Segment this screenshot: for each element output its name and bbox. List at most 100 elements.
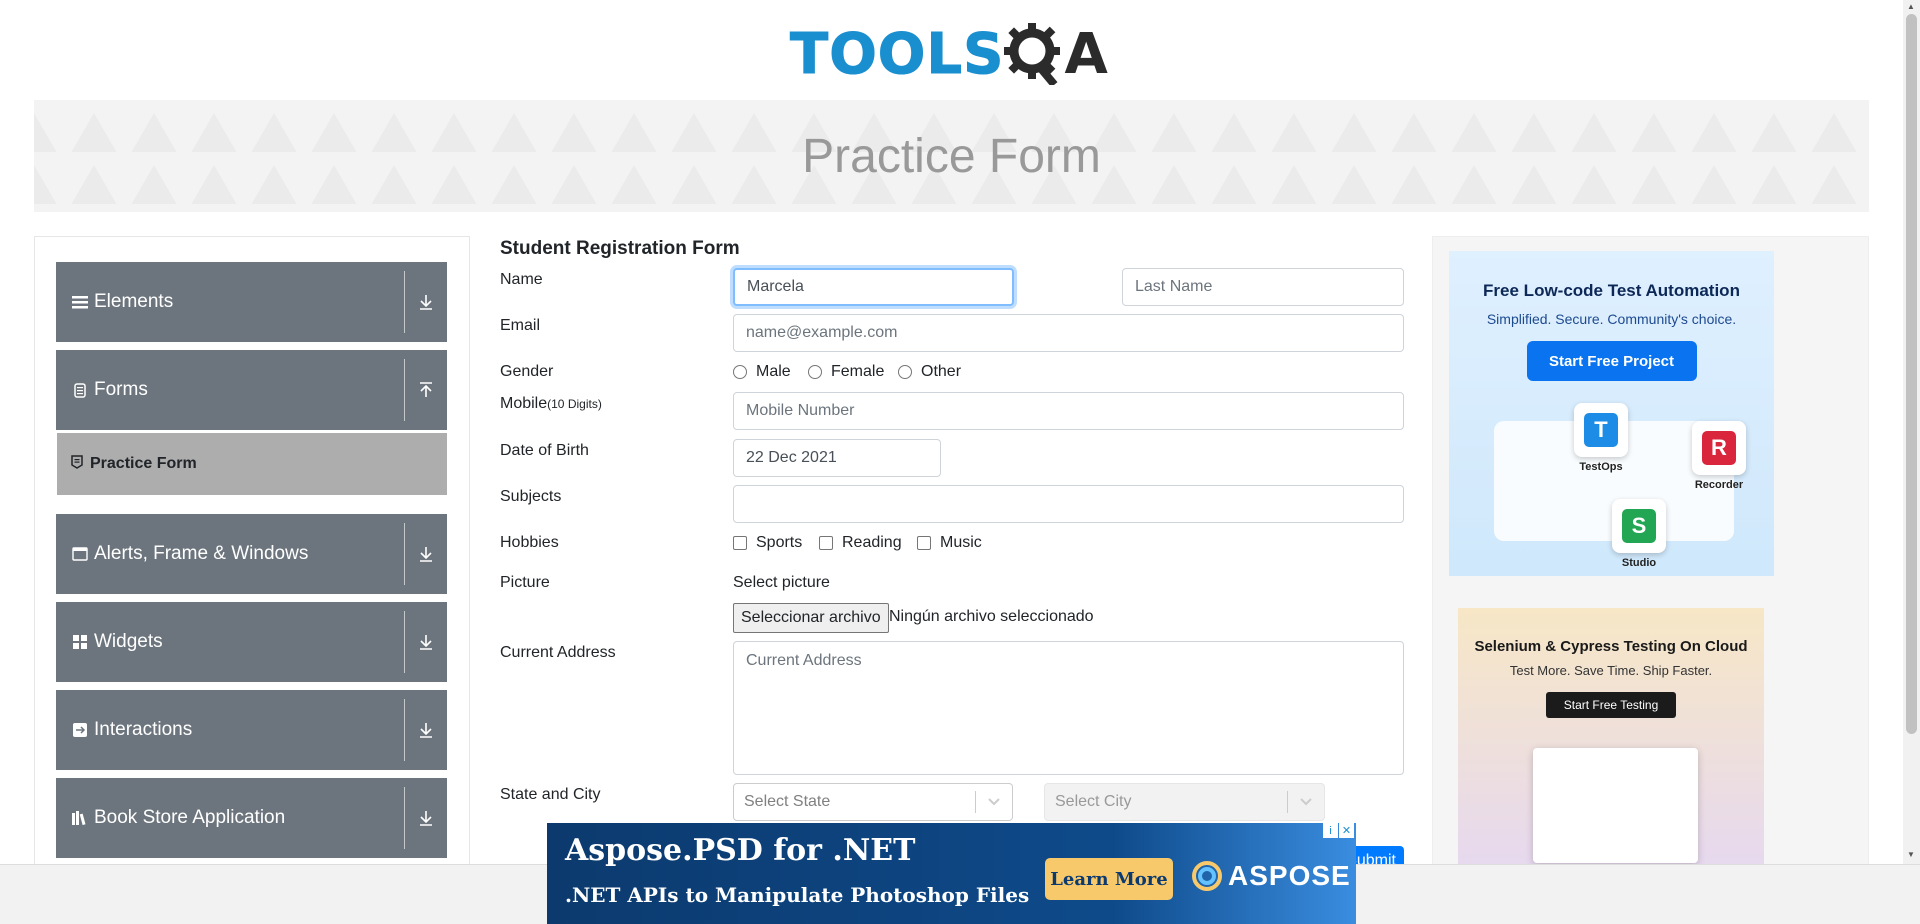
radio-button[interactable] [808, 365, 822, 379]
divider [404, 523, 405, 585]
ad-subline: Test More. Save Time. Ship Faster. [1509, 663, 1713, 678]
tile-caption: Recorder [1694, 479, 1744, 491]
subjects-input[interactable] [733, 485, 1404, 523]
email-input[interactable]: name@example.com [733, 314, 1404, 352]
header-banner: Practice Form [34, 100, 1869, 212]
download-arrow-icon[interactable] [405, 810, 447, 826]
mobile-input[interactable]: Mobile Number [733, 392, 1404, 430]
email-label: Email [500, 317, 541, 334]
sidebar-group-forms[interactable]: Forms [56, 350, 447, 430]
mobile-hint: (10 Digits) [547, 397, 602, 411]
download-arrow-icon[interactable] [405, 634, 447, 650]
download-arrow-icon[interactable] [405, 546, 447, 562]
city-select-value: Select City [1055, 793, 1132, 810]
window-icon [72, 546, 88, 562]
page-title: Practice Form [802, 129, 1101, 183]
picture-label: Picture [500, 574, 550, 591]
logo-gear: A [1004, 22, 1108, 87]
city-select[interactable]: Select City [1044, 783, 1325, 821]
grid-icon [72, 634, 88, 650]
logo-text-tools: TOOLS [789, 21, 1005, 87]
aspose-brand: ASPOSE [1192, 860, 1351, 892]
form-icon [71, 454, 83, 474]
list-icon [72, 294, 88, 310]
scroll-up-icon[interactable]: ▲ [1907, 2, 1915, 11]
chevron-down-icon[interactable] [1288, 798, 1324, 806]
sidebar-item-practice-form[interactable]: Practice Form [57, 433, 447, 495]
scroll-down-icon[interactable]: ▼ [1907, 850, 1915, 859]
divider [404, 699, 405, 761]
ad-subtitle: .NET APIs to Manipulate Photoshop Files [565, 883, 1030, 907]
hobby-checkbox-reading[interactable]: Reading [819, 534, 902, 552]
date-of-birth-input[interactable]: 22 Dec 2021 [733, 439, 941, 477]
choose-file-button[interactable]: Seleccionar archivo [733, 603, 889, 633]
download-arrow-icon[interactable] [405, 722, 447, 738]
checkbox-label: Music [940, 534, 982, 551]
toolsqa-logo[interactable]: TOOLS A [789, 14, 1115, 94]
gender-radio-other[interactable]: Other [898, 363, 961, 381]
sidebar-group-elements[interactable]: Elements [56, 262, 447, 342]
file-status: Ningún archivo seleccionado [889, 608, 1094, 625]
sidebar-group-widgets[interactable]: Widgets [56, 602, 447, 682]
hobbies-label: Hobbies [500, 534, 559, 551]
sidebar: Elements Forms Practice Form Alerts, Fra… [34, 236, 470, 876]
state-city-label: State and City [500, 786, 601, 803]
aspose-logo-icon [1192, 861, 1222, 891]
form-title: Student Registration Form [500, 238, 740, 259]
gender-label: Gender [500, 363, 554, 380]
recorder-icon: R [1692, 421, 1746, 475]
page: TOOLS A Practice Form Elements Forms Pra… [0, 0, 1920, 924]
last-name-input[interactable]: Last Name [1122, 268, 1404, 306]
hobby-checkbox-sports[interactable]: Sports [733, 534, 802, 552]
scrollbar-thumb[interactable] [1906, 14, 1917, 734]
sidebar-group-alerts[interactable]: Alerts, Frame & Windows [56, 514, 447, 594]
aspose-brand-text: ASPOSE [1228, 860, 1351, 891]
current-address-textarea[interactable]: Current Address [733, 641, 1404, 775]
sidebar-group-label: Forms [94, 379, 148, 400]
ad-info-icon[interactable]: i [1323, 823, 1338, 838]
mobile-label: Mobile(10 Digits) [500, 395, 602, 413]
checkbox[interactable] [819, 536, 833, 550]
state-select-value: Select State [744, 793, 831, 810]
first-name-input[interactable]: Marcela [733, 268, 1014, 306]
sidebar-group-label: Alerts, Frame & Windows [94, 543, 309, 564]
hobby-checkbox-music[interactable]: Music [917, 534, 982, 552]
mobile-label-text: Mobile [500, 395, 548, 412]
ad-katalon[interactable]: Free Low-code Test Automation Simplified… [1449, 251, 1774, 576]
address-label: Current Address [500, 644, 616, 661]
radio-label: Female [831, 363, 885, 380]
radio-label: Other [921, 363, 962, 380]
checkbox[interactable] [733, 536, 747, 550]
sidebar-group-label: Elements [94, 291, 174, 312]
divider [404, 787, 405, 849]
divider [404, 271, 405, 333]
studio-icon: S [1612, 499, 1666, 553]
start-free-project-button[interactable]: Start Free Project [1526, 341, 1697, 381]
dob-label: Date of Birth [500, 442, 589, 459]
bottom-ad-aspose[interactable]: Aspose.PSD for .NET .NET APIs to Manipul… [547, 823, 1356, 924]
state-select[interactable]: Select State [733, 783, 1013, 821]
gender-radio-female[interactable]: Female [808, 363, 884, 381]
gender-radio-male[interactable]: Male [733, 363, 791, 381]
radio-button[interactable] [898, 365, 912, 379]
logo-text-a: A [1064, 21, 1109, 87]
start-free-testing-button[interactable]: Start Free Testing [1546, 692, 1676, 718]
chevron-down-icon[interactable] [976, 798, 1012, 806]
ad-subline: Simplified. Secure. Community's choice. [1486, 311, 1737, 327]
ad-dashboard-image [1533, 748, 1698, 863]
select-picture-label: Select picture [733, 574, 830, 591]
sidebar-group-interactions[interactable]: Interactions [56, 690, 447, 770]
sidebar-group-label: Widgets [94, 631, 163, 652]
close-icon[interactable]: ✕ [1339, 823, 1354, 838]
upload-arrow-icon[interactable] [405, 382, 447, 398]
ad-headline: Selenium & Cypress Testing On Cloud [1474, 638, 1748, 655]
checkbox[interactable] [917, 536, 931, 550]
download-arrow-icon[interactable] [405, 294, 447, 310]
scrollbar[interactable]: ▲ ▼ [1903, 0, 1920, 864]
radio-button[interactable] [733, 365, 747, 379]
testops-icon: T [1574, 403, 1628, 457]
sidebar-group-book-store[interactable]: Book Store Application [56, 778, 447, 858]
learn-more-button[interactable]: Learn More [1045, 858, 1173, 900]
ad-lambdatest[interactable]: Selenium & Cypress Testing On Cloud Test… [1458, 608, 1764, 876]
sidebar-item-label: Practice Form [90, 455, 197, 472]
